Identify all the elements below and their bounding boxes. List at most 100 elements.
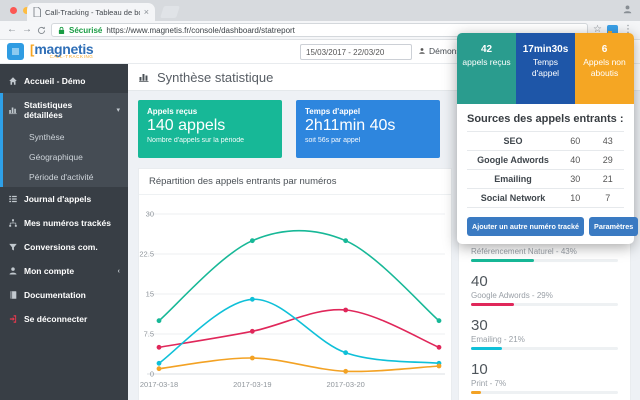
browser-tab-strip: Call-Tracking - Tableau de bor × <box>0 0 640 21</box>
browser-profile-icon[interactable] <box>622 4 633 15</box>
sidebar-item-logout[interactable]: Se déconnecter <box>0 307 128 331</box>
sidebar-item-geographique[interactable]: Géographique <box>3 147 128 167</box>
card-appels-recus: Appels reçus 140 appels Nombre d'appels … <box>138 100 282 158</box>
sidebar-item-synthese[interactable]: Synthèse <box>3 127 128 147</box>
source-calls: 60 <box>570 136 581 146</box>
popup-block-label: Appels non aboutis <box>583 57 626 79</box>
back-icon[interactable]: ← <box>7 25 17 35</box>
sidebar-submenu: Synthèse Géographique Période d'activité <box>3 127 128 187</box>
source-pct: 43 <box>602 136 613 146</box>
url-text: https://www.magnetis.fr/console/dashboar… <box>106 25 295 35</box>
sidebar-item-home[interactable]: Accueil - Démo <box>0 69 128 93</box>
svg-text:15: 15 <box>146 290 154 299</box>
card-label: Temps d'appel <box>305 107 361 116</box>
sidebar-item-label: Conversions com. <box>24 242 98 252</box>
sidebar-item-journal[interactable]: Journal d'appels <box>0 187 128 211</box>
source-item: Référencement Naturel - 43% <box>471 247 618 262</box>
tab-title: Call-Tracking - Tableau de bor <box>45 7 140 17</box>
bar-chart-icon <box>138 71 150 83</box>
sidebar-toggle-button[interactable] <box>7 43 24 60</box>
svg-text:2017-03-20: 2017-03-20 <box>326 380 364 389</box>
sidebar-item-label: Documentation <box>24 290 86 300</box>
popup-sources-table: SEO 60 43 Google Adwords 40 29 Emailing … <box>467 131 624 208</box>
home-icon <box>8 76 18 86</box>
lock-icon <box>58 26 65 35</box>
sidebar-item-periode-activite[interactable]: Période d'activité <box>3 167 128 187</box>
chart-panel: Répartition des appels entrants par numé… <box>138 168 452 400</box>
user-icon <box>418 47 426 55</box>
chart-title: Répartition des appels entrants par numé… <box>139 169 451 195</box>
browser-tab[interactable]: Call-Tracking - Tableau de bor × <box>27 3 155 21</box>
sidebar-item-label: Mes numéros trackés <box>24 218 111 228</box>
source-calls: 30 <box>570 174 581 184</box>
source-calls: 40 <box>570 155 581 165</box>
security-label: Sécurisé <box>69 25 103 35</box>
add-tracked-number-button[interactable]: Ajouter un autre numéro tracké <box>467 217 585 236</box>
journal-list-icon <box>8 194 18 204</box>
popup-block-value: 42 <box>480 44 493 55</box>
tab-close-icon[interactable]: × <box>144 7 149 17</box>
date-range-input[interactable] <box>300 44 412 60</box>
sidebar-item-numeros-trackes[interactable]: Mes numéros trackés <box>0 211 128 235</box>
table-row: SEO 60 43 <box>467 132 624 151</box>
popup-block-appels-recus: 42 appels reçus <box>457 33 516 104</box>
source-item: 30 Emailing - 21% <box>471 317 618 350</box>
source-label: Référencement Naturel - 43% <box>471 247 577 256</box>
forward-icon[interactable]: → <box>22 25 32 35</box>
settings-button[interactable]: Paramètres <box>589 217 639 236</box>
sidebar-item-label: Journal d'appels <box>24 194 92 204</box>
logout-icon <box>8 314 18 324</box>
book-icon <box>8 290 18 300</box>
source-pct: 21 <box>602 174 613 184</box>
source-item: 40 Google Adwords - 29% <box>471 273 618 306</box>
card-value: 2h11min 40s <box>305 117 396 134</box>
popup-block-value: 17min30s <box>522 44 569 55</box>
sidebar: Accueil - Démo Statistiques détaillées ▾… <box>0 64 128 400</box>
svg-text:22.5: 22.5 <box>139 250 154 259</box>
svg-text:30: 30 <box>146 210 154 219</box>
svg-text:2017-03-19: 2017-03-19 <box>233 380 271 389</box>
sidebar-item-label: Mon compte <box>24 266 75 276</box>
popup-block-label: Temps d'appel <box>531 57 560 79</box>
source-pct: 29 <box>602 155 613 165</box>
sidebar-item-statistics[interactable]: Statistiques détaillées ▾ <box>3 93 128 127</box>
source-name: Google Adwords <box>477 155 549 165</box>
source-name: Emailing <box>494 174 532 184</box>
progress-bar <box>471 391 618 394</box>
table-row: Social Network 10 7 <box>467 189 624 208</box>
reload-icon[interactable] <box>37 26 46 35</box>
progress-bar <box>471 259 618 262</box>
popup-block-non-aboutis: 6 Appels non aboutis <box>575 33 634 104</box>
popup-block-label: appels reçus <box>462 57 511 67</box>
popup-block-temps-appel: 17min30s Temps d'appel <box>516 33 575 104</box>
sidebar-item-mon-compte[interactable]: Mon compte ‹ <box>0 259 128 283</box>
sidebar-section-statistics: Statistiques détaillées ▾ Synthèse Géogr… <box>0 93 128 187</box>
close-window-button[interactable] <box>10 7 17 14</box>
card-subtext: Nombre d'appels sur la période <box>147 137 245 144</box>
svg-text:0: 0 <box>150 370 154 379</box>
sidebar-item-conversions[interactable]: Conversions com. <box>0 235 128 259</box>
page-title: Synthèse statistique <box>157 69 274 85</box>
popup-block-value: 6 <box>601 44 608 55</box>
sidebar-item-documentation[interactable]: Documentation <box>0 283 128 307</box>
sidebar-item-label: Accueil - Démo <box>24 76 86 86</box>
card-temps-appel: Temps d'appel 2h11min 40s soit 56s par a… <box>296 100 440 158</box>
magnetis-logo[interactable]: [magnetis CALL-TRACKING <box>30 42 94 60</box>
funnel-icon <box>8 242 18 252</box>
progress-bar <box>471 347 618 350</box>
favicon-icon <box>33 7 41 17</box>
source-calls: 10 <box>570 193 581 203</box>
source-count: 30 <box>471 317 488 334</box>
source-name: Social Network <box>480 193 546 203</box>
new-tab-button[interactable] <box>160 6 180 18</box>
svg-text:2017-03-18: 2017-03-18 <box>140 380 178 389</box>
source-count: 10 <box>471 361 488 378</box>
table-row: Emailing 30 21 <box>467 170 624 189</box>
popup-actions: Ajouter un autre numéro tracké Paramètre… <box>467 217 639 236</box>
extension-popup: 42 appels reçus 17min30s Temps d'appel 6… <box>457 33 639 244</box>
source-label: Print - 7% <box>471 379 507 388</box>
browser-window: { "browser": { "tab_title": "Call-Tracki… <box>0 0 640 400</box>
source-count: 40 <box>471 273 488 290</box>
source-label: Emailing - 21% <box>471 335 525 344</box>
chevron-left-icon: ‹ <box>117 267 120 275</box>
